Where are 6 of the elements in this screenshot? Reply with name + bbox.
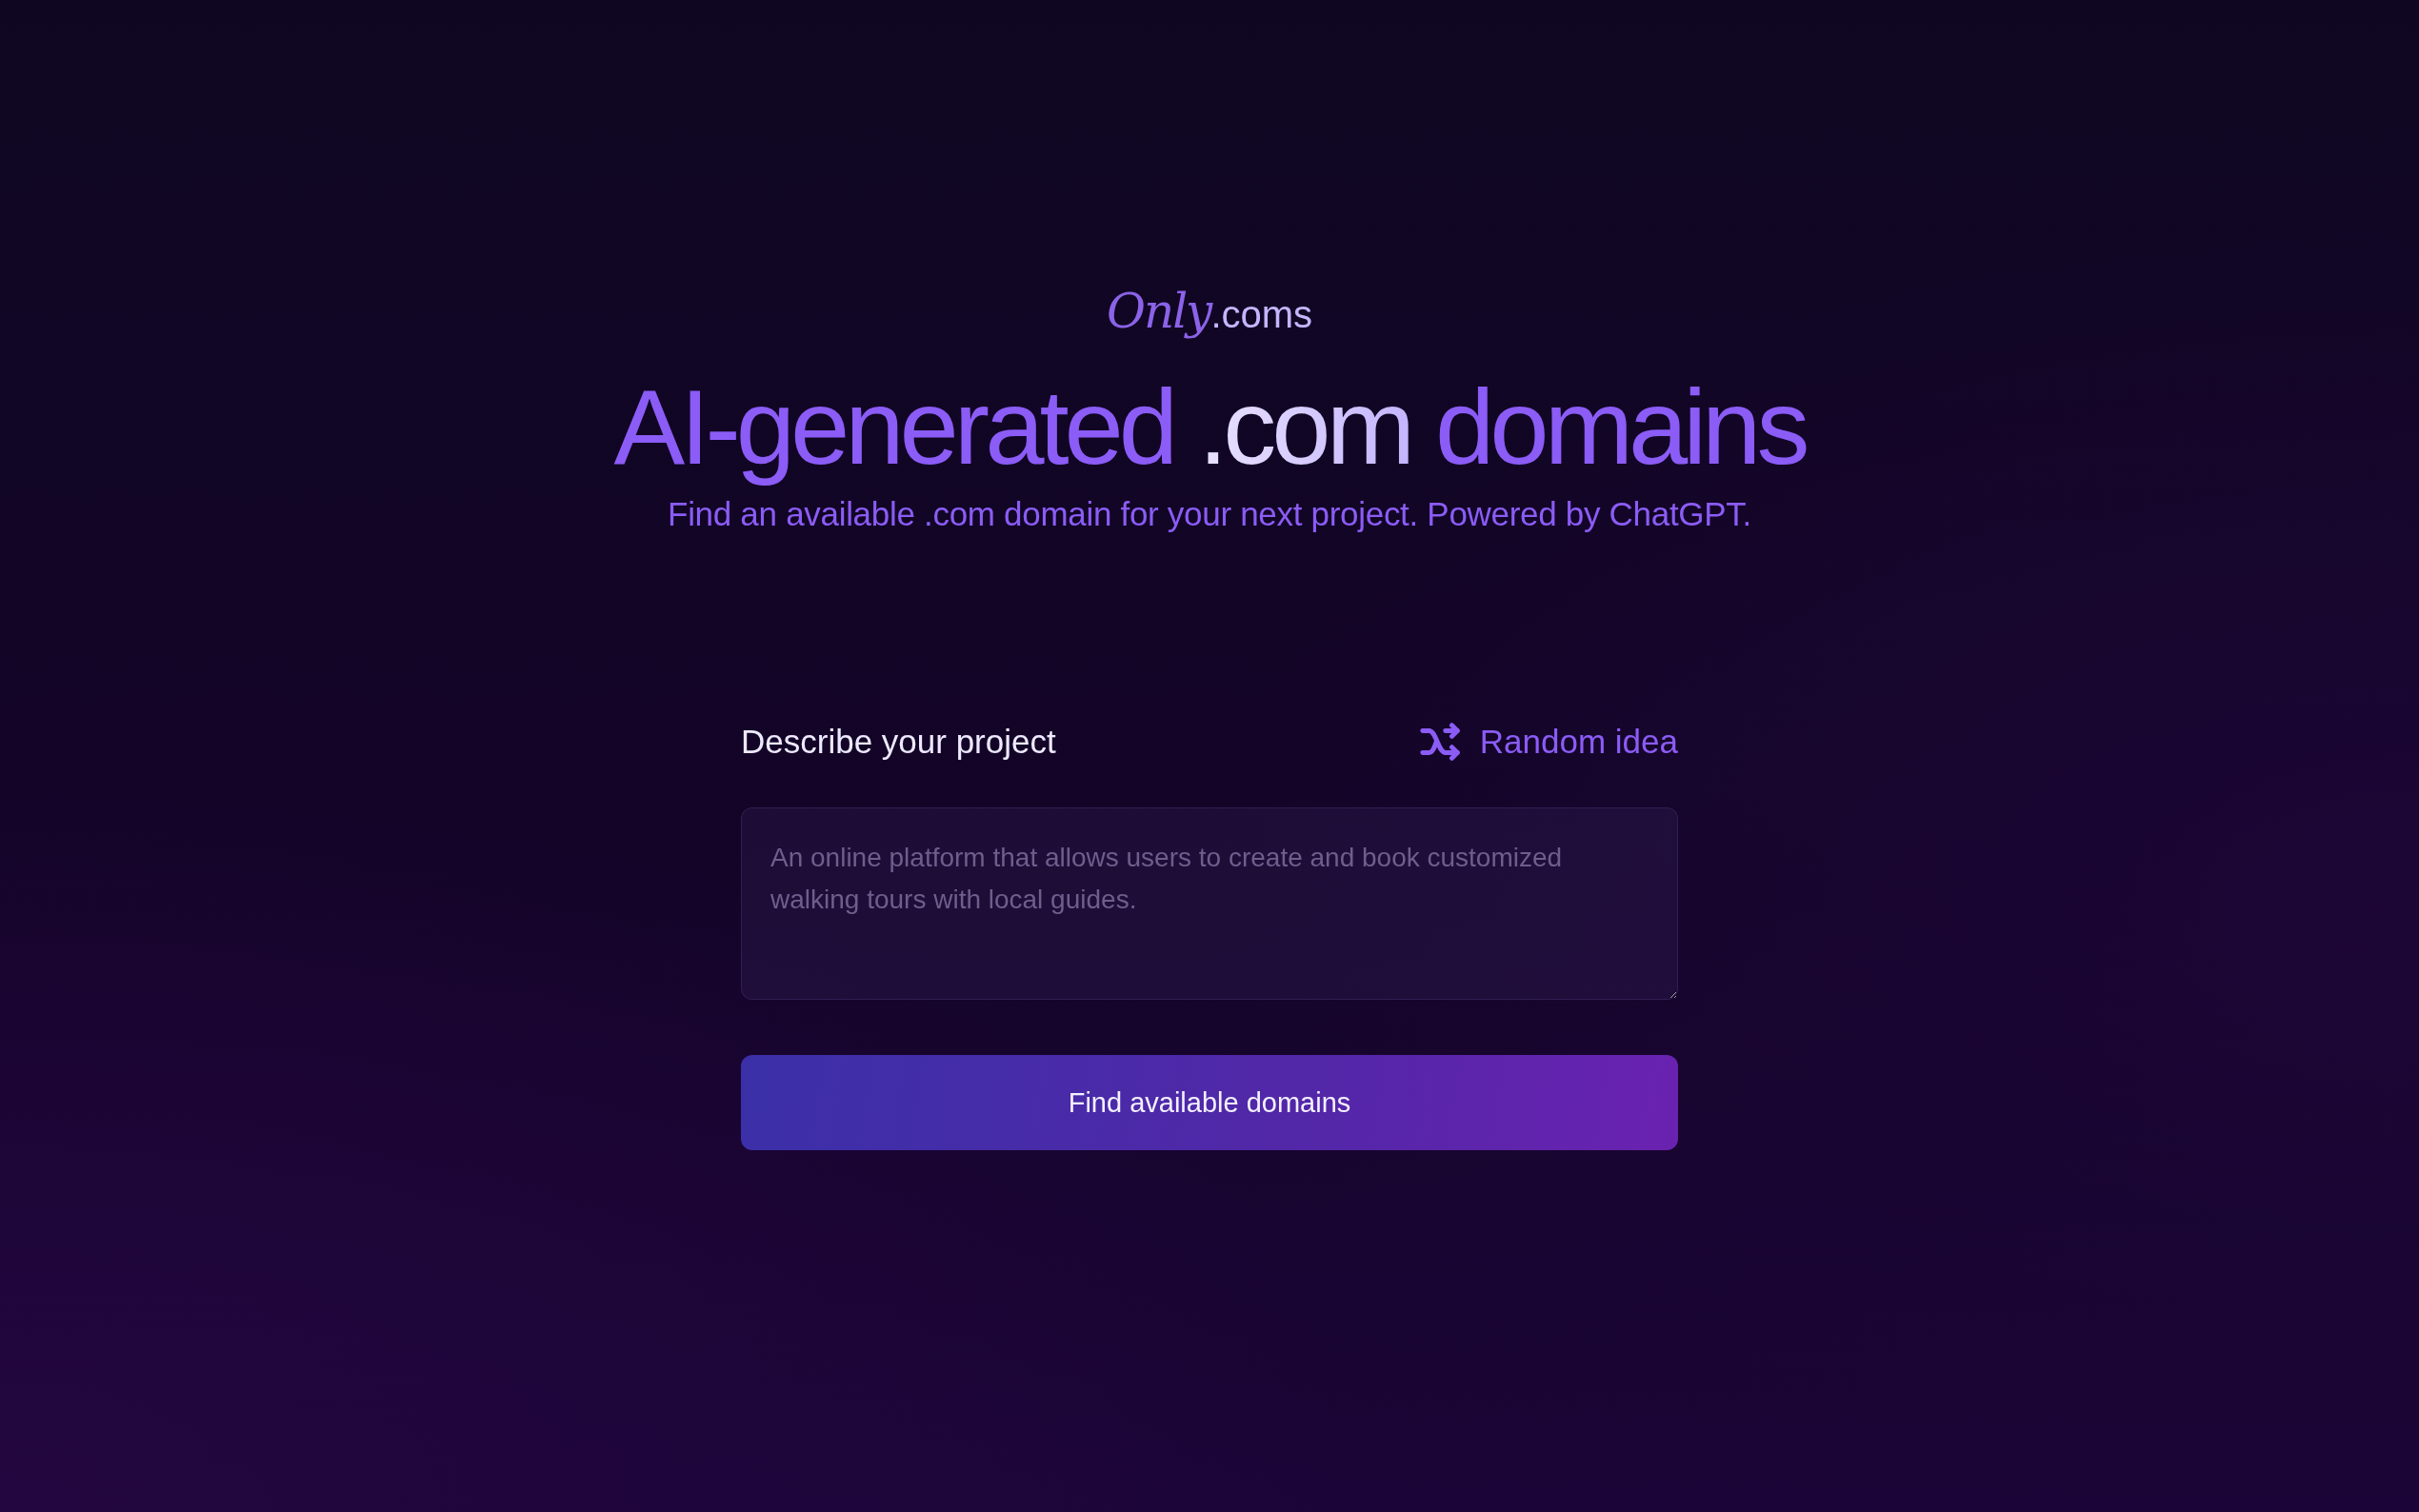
subtitle: Find an available .com domain for your next project. Powered by ChatGPT. bbox=[668, 495, 1751, 534]
logo: Only.coms bbox=[1106, 284, 1313, 341]
find-domains-button[interactable]: Find available domains bbox=[741, 1055, 1678, 1151]
headline: AI-generated .com domains bbox=[613, 367, 1806, 488]
random-idea-button[interactable]: Random idea bbox=[1414, 720, 1678, 765]
field-label: Describe your project bbox=[741, 723, 1056, 762]
